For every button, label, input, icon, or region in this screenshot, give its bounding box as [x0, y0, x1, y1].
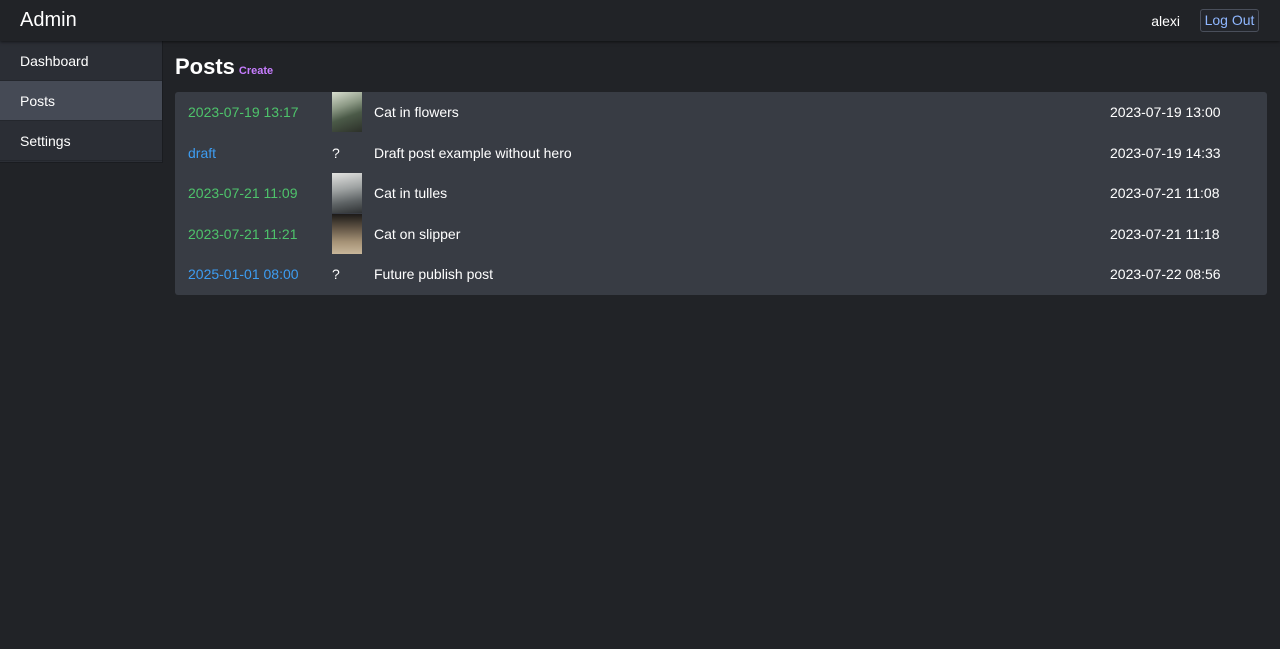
- table-row[interactable]: 2025-01-01 08:00 ? Future publish post 2…: [175, 254, 1267, 295]
- post-status[interactable]: 2023-07-21 11:21: [188, 225, 298, 243]
- logout-button[interactable]: Log Out: [1200, 9, 1259, 32]
- main-content: Posts Create 2023-07-19 13:17 Cat in flo…: [175, 41, 1267, 295]
- sidebar: Dashboard Posts Settings: [0, 41, 163, 163]
- post-date: 2023-07-22 08:56: [1110, 266, 1221, 283]
- post-date: 2023-07-19 14:33: [1110, 144, 1221, 161]
- table-row[interactable]: draft ? Draft post example without hero …: [175, 133, 1267, 174]
- post-date: 2023-07-21 11:08: [1110, 185, 1220, 202]
- post-thumbnail: [332, 213, 362, 254]
- post-title[interactable]: Future publish post: [374, 265, 493, 283]
- top-bar: Admin alexi Log Out: [0, 0, 1280, 41]
- page-title: Posts: [175, 54, 235, 79]
- post-title[interactable]: Cat in flowers: [374, 103, 459, 121]
- missing-thumbnail-placeholder: ?: [332, 144, 340, 161]
- sidebar-item-posts[interactable]: Posts: [0, 81, 162, 121]
- post-title[interactable]: Cat on slipper: [374, 225, 460, 243]
- table-row[interactable]: 2023-07-21 11:21 Cat on slipper 2023-07-…: [175, 213, 1267, 255]
- post-title[interactable]: Cat in tulles: [374, 184, 447, 202]
- post-status[interactable]: 2023-07-21 11:09: [188, 184, 298, 202]
- username: alexi: [1151, 13, 1180, 29]
- post-thumbnail: [332, 92, 362, 132]
- post-date: 2023-07-19 13:00: [1110, 104, 1221, 120]
- table-row[interactable]: 2023-07-19 13:17 Cat in flowers 2023-07-…: [175, 92, 1267, 133]
- sidebar-item-dashboard[interactable]: Dashboard: [0, 41, 162, 81]
- post-status[interactable]: draft: [188, 144, 216, 162]
- app-title[interactable]: Admin: [20, 8, 77, 32]
- page-heading: Posts Create: [175, 54, 1267, 80]
- post-status[interactable]: 2025-01-01 08:00: [188, 265, 299, 283]
- post-status[interactable]: 2023-07-19 13:17: [188, 103, 299, 121]
- sidebar-item-settings[interactable]: Settings: [0, 121, 162, 161]
- posts-table: 2023-07-19 13:17 Cat in flowers 2023-07-…: [175, 92, 1267, 295]
- post-date: 2023-07-21 11:18: [1110, 225, 1220, 242]
- create-post-link[interactable]: Create: [239, 65, 273, 77]
- missing-thumbnail-placeholder: ?: [332, 266, 340, 283]
- table-row[interactable]: 2023-07-21 11:09 Cat in tulles 2023-07-2…: [175, 173, 1267, 214]
- post-thumbnail: [332, 173, 362, 214]
- post-title[interactable]: Draft post example without hero: [374, 144, 572, 162]
